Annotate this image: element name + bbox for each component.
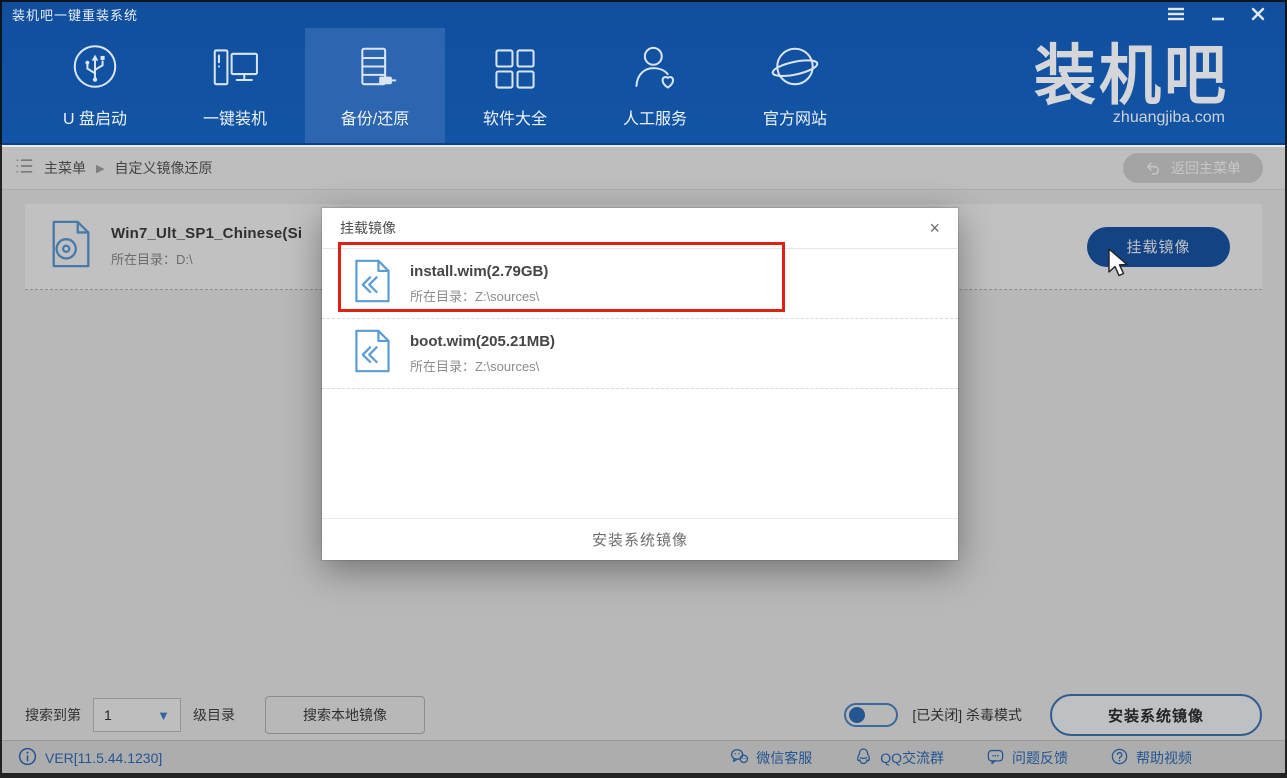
nav-item-backup-restore[interactable]: 备份/还原: [305, 28, 445, 143]
mount-image-modal: 挂载镜像 × install.wim(2.79GB) 所在目录：Z:\sourc…: [322, 208, 958, 560]
modal-title: 挂载镜像: [340, 218, 396, 238]
nav-label: 一键装机: [203, 105, 267, 129]
modal-item-text: install.wim(2.79GB) 所在目录：Z:\sources\: [410, 263, 548, 305]
usb-drive-icon: [68, 42, 122, 96]
modal-close-icon[interactable]: ×: [929, 219, 940, 237]
support-person-icon: [628, 42, 682, 96]
menu-icon[interactable]: [1167, 7, 1185, 21]
titlebar: 装机吧一键重装系统: [0, 0, 1287, 28]
computer-icon: [208, 42, 262, 96]
modal-item-boot-wim[interactable]: boot.wim(205.21MB) 所在目录：Z:\sources\: [322, 319, 958, 389]
modal-item-path: 所在目录：Z:\sources\: [410, 356, 555, 375]
minimize-icon[interactable]: [1211, 7, 1225, 21]
app-header: 装机吧一键重装系统: [0, 0, 1287, 145]
modal-item-name: boot.wim(205.21MB): [410, 333, 555, 350]
nav-label: 备份/还原: [341, 105, 409, 129]
window-controls: [1167, 7, 1275, 21]
nav-item-official-website[interactable]: 官方网站: [725, 28, 865, 143]
close-icon[interactable]: [1251, 7, 1265, 21]
nav-label: U 盘启动: [63, 105, 127, 129]
app-title: 装机吧一键重装系统: [12, 5, 138, 24]
wim-file-icon: [350, 257, 394, 310]
modal-item-name: install.wim(2.79GB): [410, 263, 548, 280]
nav-label: 官方网站: [763, 105, 827, 129]
apps-grid-icon: [488, 42, 542, 96]
nav-item-human-support[interactable]: 人工服务: [585, 28, 725, 143]
brand-logo-text: 装机吧: [1034, 44, 1229, 109]
app-window: 装机吧一键重装系统: [0, 0, 1287, 778]
wim-file-icon: [350, 327, 394, 380]
nav-item-usb-boot[interactable]: U 盘启动: [25, 28, 165, 143]
modal-item-path: 所在目录：Z:\sources\: [410, 286, 548, 305]
modal-item-text: boot.wim(205.21MB) 所在目录：Z:\sources\: [410, 333, 555, 375]
nav-item-software-collection[interactable]: 软件大全: [445, 28, 585, 143]
backup-restore-icon: [348, 42, 402, 96]
globe-icon: [768, 42, 822, 96]
modal-item-install-wim[interactable]: install.wim(2.79GB) 所在目录：Z:\sources\: [322, 249, 958, 319]
main-nav: U 盘启动 一键装机: [0, 28, 1287, 143]
brand-logo: 装机吧 zhuangjiba.com: [1034, 46, 1229, 126]
modal-install-system-image-button[interactable]: 安装系统镜像: [322, 518, 958, 560]
nav-label: 软件大全: [483, 105, 547, 129]
nav-item-one-key-install[interactable]: 一键装机: [165, 28, 305, 143]
modal-header: 挂载镜像 ×: [322, 208, 958, 249]
nav-label: 人工服务: [623, 105, 687, 129]
